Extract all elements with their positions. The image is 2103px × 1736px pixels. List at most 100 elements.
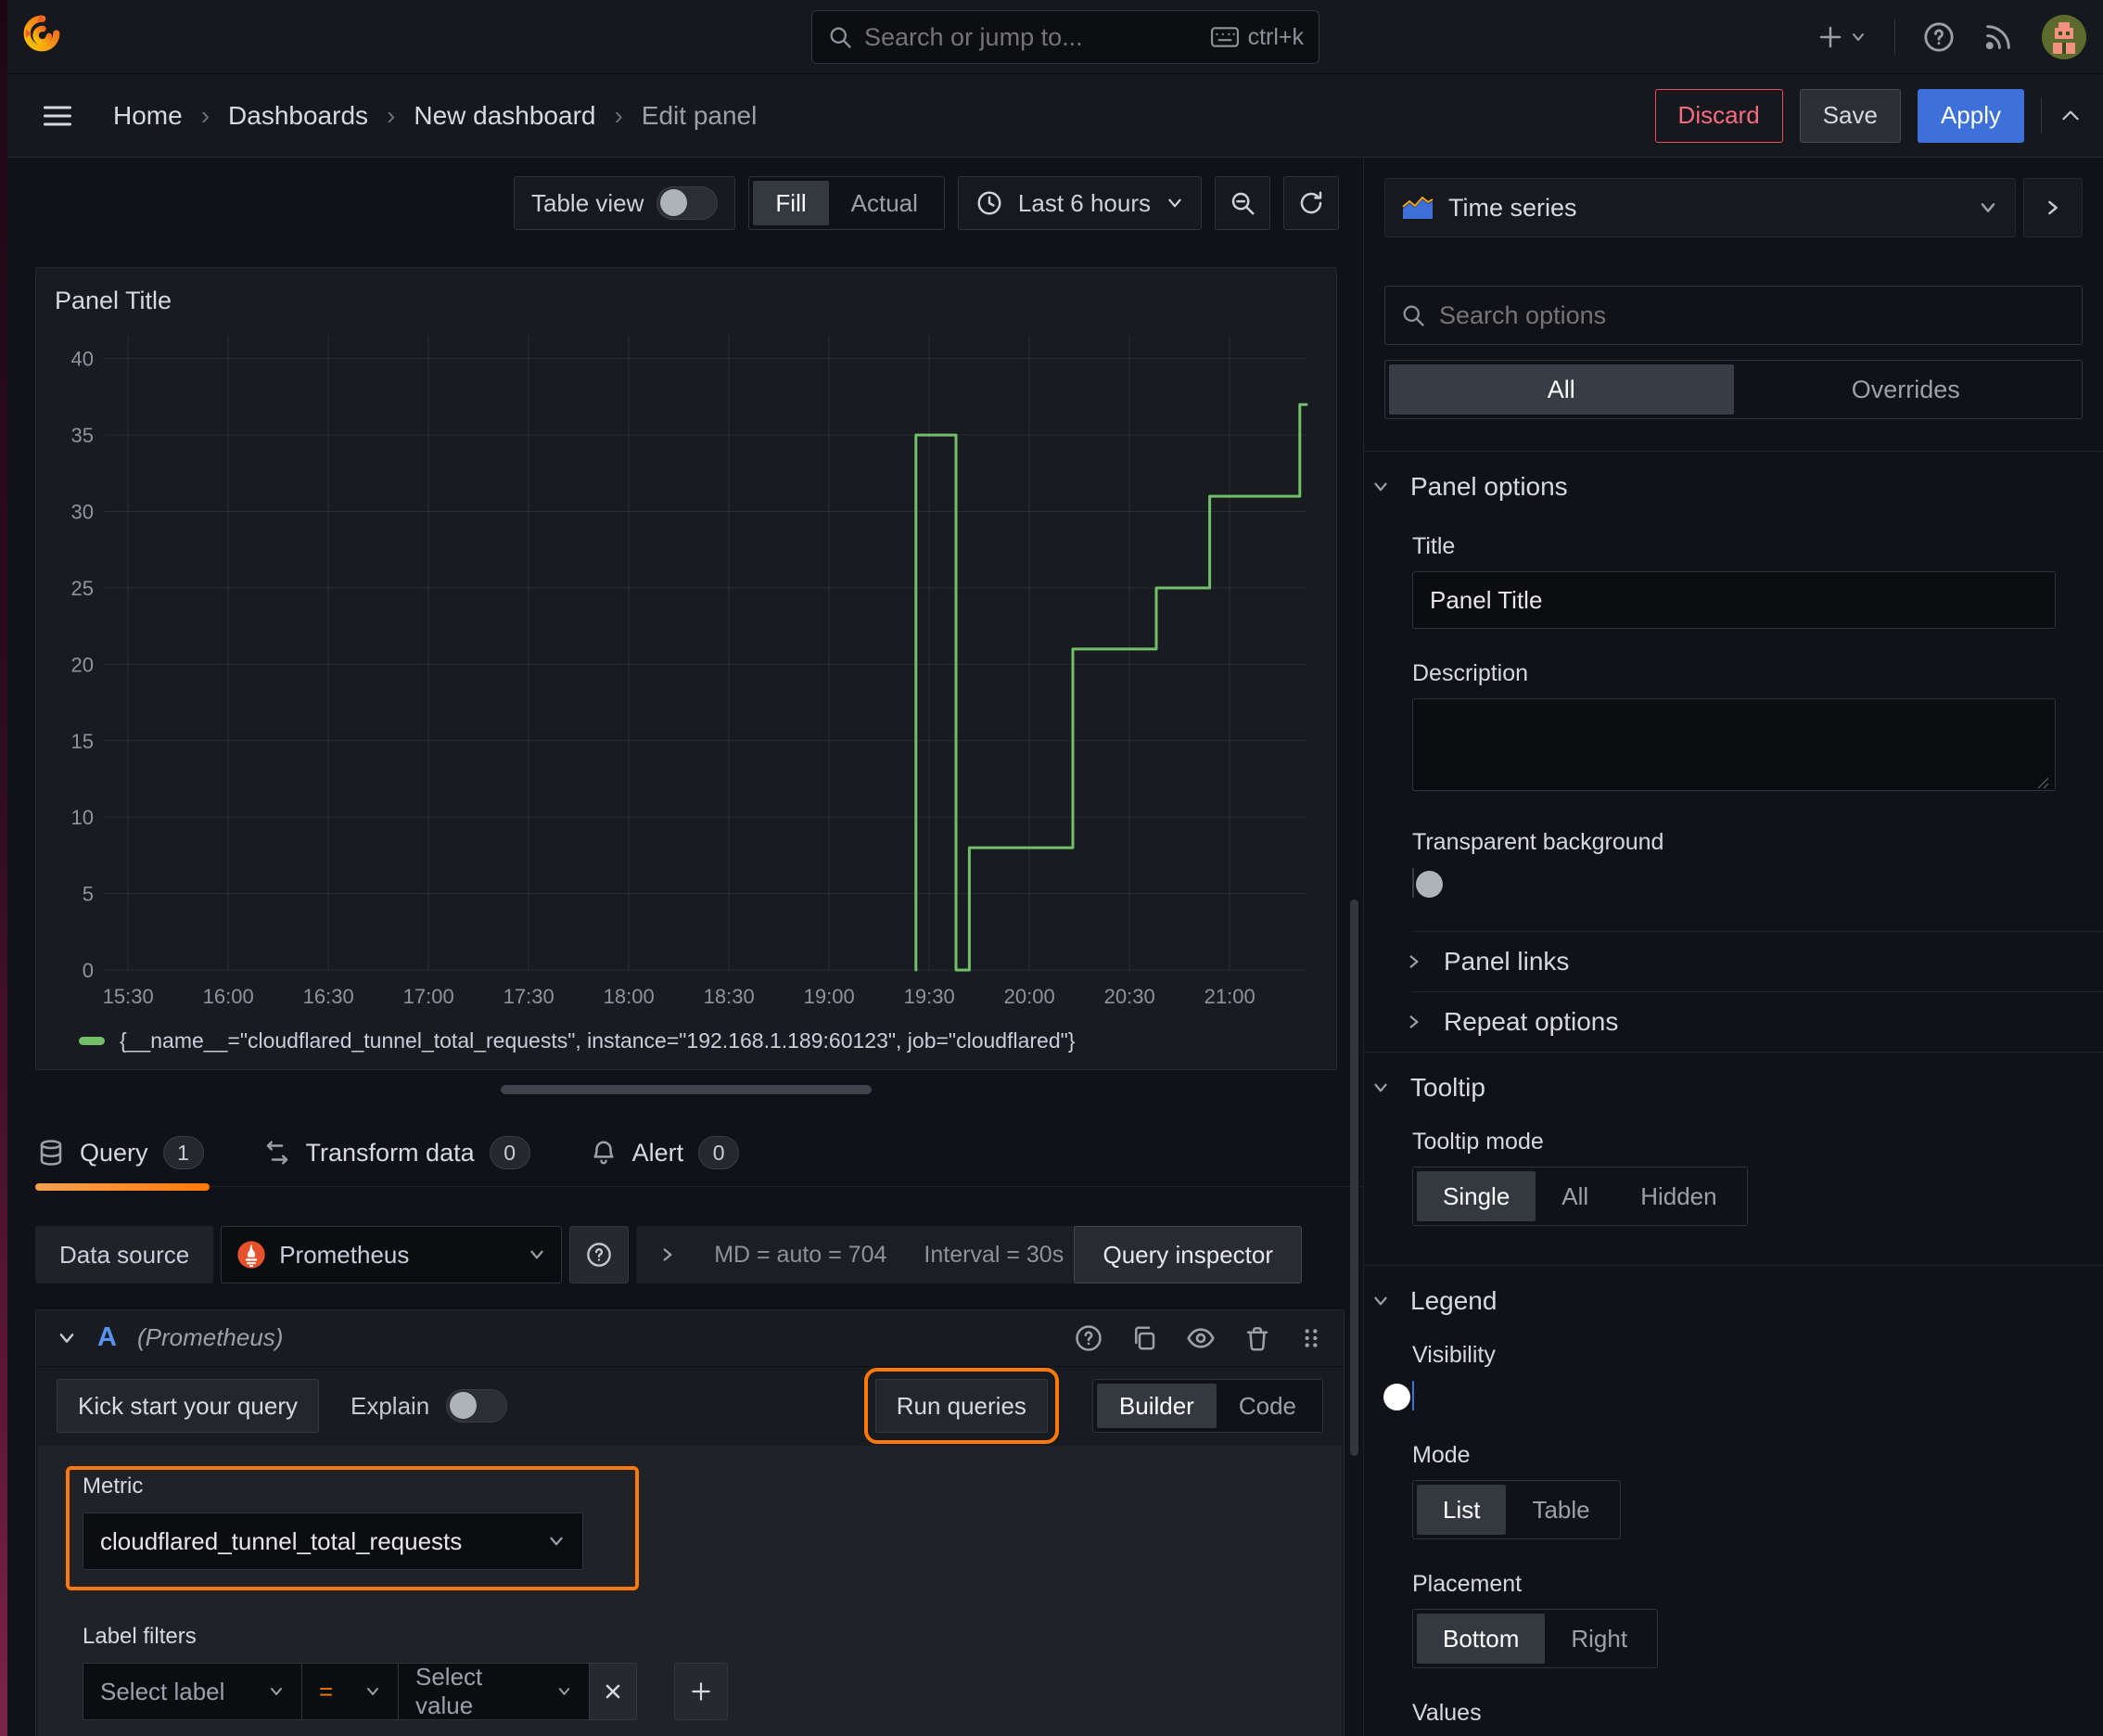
discard-button[interactable]: Discard bbox=[1654, 88, 1783, 143]
search-icon bbox=[1403, 305, 1424, 326]
tab-transform-data[interactable]: Transform data 0 bbox=[261, 1136, 536, 1186]
kick-start-button[interactable]: Kick start your query bbox=[57, 1379, 319, 1434]
query-row-header[interactable]: A (Prometheus) bbox=[36, 1310, 1344, 1367]
svg-text:20:00: 20:00 bbox=[1004, 985, 1055, 1008]
metric-label: Metric bbox=[83, 1474, 144, 1499]
legend-mode-table[interactable]: Table bbox=[1506, 1485, 1615, 1535]
select-value-dropdown[interactable]: Select value bbox=[398, 1663, 589, 1720]
section-panel-links[interactable]: Panel links bbox=[1405, 932, 2096, 991]
divider bbox=[1364, 1265, 2103, 1266]
menu-icon[interactable] bbox=[41, 99, 74, 133]
refresh-button[interactable] bbox=[1283, 176, 1339, 230]
section-title: Panel options bbox=[1410, 472, 1568, 501]
clock-icon bbox=[977, 191, 1001, 215]
tooltip-mode-hidden[interactable]: Hidden bbox=[1614, 1171, 1742, 1221]
query-section-tabs: Query 1 Transform data 0 Alert 0 bbox=[35, 1126, 1363, 1191]
left-pane-scrollbar[interactable] bbox=[1350, 900, 1358, 1456]
time-range-picker[interactable]: Last 6 hours bbox=[957, 176, 1202, 230]
metric-select[interactable]: cloudflared_tunnel_total_requests bbox=[83, 1513, 583, 1570]
save-button[interactable]: Save bbox=[1799, 88, 1901, 143]
transparent-background-toggle[interactable] bbox=[1412, 868, 1443, 898]
legend-visibility-toggle[interactable] bbox=[1383, 1381, 1414, 1410]
table-view-toggle[interactable] bbox=[656, 186, 719, 220]
visualization-picker[interactable]: Time series bbox=[1384, 178, 2016, 237]
divider bbox=[2041, 97, 2042, 134]
select-label-dropdown[interactable]: Select label bbox=[83, 1663, 301, 1720]
section-repeat-options[interactable]: Repeat options bbox=[1405, 992, 2096, 1052]
toggle-viz-picker-button[interactable] bbox=[2023, 178, 2083, 237]
datasource-picker[interactable]: Prometheus bbox=[221, 1226, 563, 1283]
options-search-input[interactable] bbox=[1439, 300, 2067, 330]
actual-option[interactable]: Actual bbox=[829, 181, 940, 225]
explain-toggle[interactable] bbox=[446, 1389, 508, 1423]
avatar[interactable] bbox=[2042, 15, 2086, 59]
legend-values-label: Values bbox=[1412, 1700, 1482, 1726]
breadcrumb-dashboards[interactable]: Dashboards bbox=[228, 101, 368, 131]
collapse-header-button[interactable] bbox=[2058, 104, 2083, 128]
datasource-help-button[interactable] bbox=[569, 1226, 630, 1283]
chevron-down-icon[interactable] bbox=[57, 1328, 77, 1348]
chart-legend[interactable]: {__name__="cloudflared_tunnel_total_requ… bbox=[79, 1028, 1319, 1053]
tab-all[interactable]: All bbox=[1389, 364, 1734, 415]
run-queries-button[interactable]: Run queries bbox=[863, 1368, 1059, 1445]
promql-builder: Metric cloudflared_tunnel_total_requests… bbox=[38, 1446, 1342, 1736]
legend-placement-bottom[interactable]: Bottom bbox=[1417, 1614, 1546, 1664]
metric-value: cloudflared_tunnel_total_requests bbox=[100, 1526, 463, 1555]
tab-query[interactable]: Query 1 bbox=[35, 1136, 210, 1191]
remove-filter-button[interactable] bbox=[589, 1663, 637, 1720]
search-input[interactable] bbox=[864, 22, 1211, 52]
tooltip-mode-single[interactable]: Single bbox=[1417, 1171, 1536, 1221]
series-label: {__name__="cloudflared_tunnel_total_requ… bbox=[120, 1028, 1076, 1053]
fill-option[interactable]: Fill bbox=[753, 181, 829, 225]
panel-title-input[interactable] bbox=[1412, 571, 2056, 629]
breadcrumb-edit-panel: Edit panel bbox=[641, 100, 758, 130]
legend-mode-list[interactable]: List bbox=[1417, 1485, 1507, 1535]
new-menu-button[interactable] bbox=[1816, 23, 1867, 51]
legend-placement-right[interactable]: Right bbox=[1545, 1614, 1653, 1664]
zoom-out-button[interactable] bbox=[1215, 176, 1270, 230]
chevron-right-icon bbox=[1409, 1015, 1419, 1028]
description-textarea[interactable] bbox=[1412, 698, 2056, 791]
chevron-right-icon[interactable] bbox=[658, 1245, 677, 1264]
time-series-chart[interactable]: 0 5 10 15 20 25 30 35 40 15:30 16:00 16:30 17:00 17:3… bbox=[53, 323, 1321, 1016]
builder-option[interactable]: Builder bbox=[1096, 1384, 1217, 1429]
grafana-logo-icon[interactable] bbox=[20, 12, 63, 61]
pane-resize-handle[interactable] bbox=[501, 1085, 872, 1094]
global-search[interactable]: ctrl+k bbox=[811, 10, 1319, 64]
time-range-label: Last 6 hours bbox=[1017, 188, 1151, 217]
query-inspector-button[interactable]: Query inspector bbox=[1074, 1226, 1302, 1283]
svg-text:17:00: 17:00 bbox=[403, 985, 454, 1008]
tab-alert[interactable]: Alert 0 bbox=[588, 1136, 746, 1186]
chevron-down-icon bbox=[550, 1537, 563, 1546]
section-title: Repeat options bbox=[1444, 1007, 1619, 1036]
section-panel-options[interactable]: Panel options bbox=[1371, 472, 2096, 502]
tab-overrides[interactable]: Overrides bbox=[1734, 364, 2079, 415]
apply-button[interactable]: Apply bbox=[1917, 88, 2024, 143]
news-button[interactable] bbox=[1982, 21, 2014, 53]
chevron-right-icon bbox=[1409, 955, 1419, 968]
help-icon[interactable] bbox=[1075, 1324, 1102, 1352]
metric-highlight-box: Metric cloudflared_tunnel_total_requests bbox=[66, 1466, 639, 1590]
svg-text:10: 10 bbox=[71, 806, 94, 829]
breadcrumb-new-dashboard[interactable]: New dashboard bbox=[414, 101, 595, 131]
svg-text:21:00: 21:00 bbox=[1204, 985, 1255, 1008]
transform-count-badge: 0 bbox=[489, 1136, 530, 1169]
code-option[interactable]: Code bbox=[1217, 1384, 1319, 1428]
options-search[interactable] bbox=[1384, 286, 2083, 345]
duplicate-icon[interactable] bbox=[1130, 1324, 1158, 1352]
section-legend[interactable]: Legend bbox=[1371, 1286, 2096, 1316]
eye-icon[interactable] bbox=[1186, 1323, 1216, 1353]
help-button[interactable] bbox=[1923, 21, 1955, 53]
add-filter-button[interactable] bbox=[674, 1663, 728, 1720]
breadcrumb-home[interactable]: Home bbox=[113, 101, 183, 131]
bell-icon bbox=[593, 1141, 614, 1165]
svg-text:0: 0 bbox=[83, 959, 94, 982]
trash-icon[interactable] bbox=[1243, 1324, 1271, 1352]
operator-dropdown[interactable]: = bbox=[301, 1663, 398, 1720]
svg-text:20: 20 bbox=[71, 653, 94, 676]
drag-handle-icon[interactable] bbox=[1299, 1326, 1323, 1350]
resize-handle-icon[interactable] bbox=[2035, 775, 2050, 790]
tab-transform-label: Transform data bbox=[305, 1138, 475, 1167]
tooltip-mode-all[interactable]: All bbox=[1536, 1171, 1614, 1221]
section-tooltip[interactable]: Tooltip bbox=[1371, 1073, 2096, 1103]
